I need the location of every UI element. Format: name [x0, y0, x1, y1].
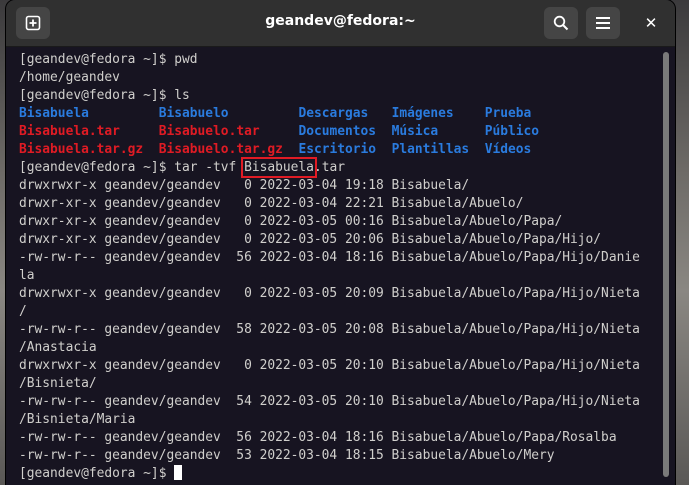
tar-entry-line: drwxr-xr-x geandev/geandev 0 2022-03-05 … [19, 232, 602, 247]
tar-listing: drwxrwxr-x geandev/geandev 0 2022-03-04 … [19, 177, 660, 465]
directory-name: Vídeos [484, 142, 532, 157]
menu-button[interactable] [586, 7, 620, 39]
tar-entry-line: -rw-rw-r-- geandev/geandev 53 2022-03-04… [19, 448, 555, 463]
ls-output: Bisabuela Bisabuelo Descargas Imágenes P… [19, 105, 660, 159]
directory-name: Documentos [298, 124, 377, 139]
close-button[interactable]: ✕ [637, 9, 665, 37]
scrollbar[interactable] [663, 52, 669, 477]
prompt: [geandev@fedora ~]$ [19, 160, 175, 175]
directory-name: Plantillas [391, 142, 470, 157]
command: tar -tvf [174, 160, 245, 175]
archive-file-name: Bisabuela.tar [19, 124, 120, 139]
prompt: [geandev@fedora ~]$ [19, 466, 175, 481]
highlighted-archive-name: Bisabuela [241, 157, 317, 178]
archive-file-name: Bisabuela.tar.gz [19, 142, 144, 157]
tar-entry-line: drwxrwxr-x geandev/geandev 0 2022-03-04 … [19, 178, 470, 193]
line-ls: [geandev@fedora ~]$ ls [19, 87, 660, 105]
tar-entry-line: drwxrwxr-x geandev/geandev 0 2022-03-05 … [19, 358, 640, 373]
archive-file-name: Bisabuelo.tar.gz [158, 142, 283, 157]
tar-entry-line: -rw-rw-r-- geandev/geandev 56 2022-03-04… [19, 430, 617, 445]
tar-entry-line: -rw-rw-r-- geandev/geandev 56 2022-03-04… [19, 250, 640, 265]
search-icon [553, 15, 569, 31]
directory-name: Bisabuela [19, 106, 89, 121]
ls-row: Bisabuela.tar Bisabuelo.tar Documentos M… [19, 123, 660, 141]
tar-entry-line: /Anastacia [19, 340, 97, 355]
ls-row: Bisabuela.tar.gz Bisabuelo.tar.gz Escrit… [19, 141, 660, 159]
command: ls [174, 88, 190, 103]
headerbar: geandev@fedora:~ ✕ [6, 0, 675, 47]
tar-entry-line: drwxr-xr-x geandev/geandev 0 2022-03-04 … [19, 196, 524, 211]
tar-entry-line: drwxr-xr-x geandev/geandev 0 2022-03-05 … [19, 214, 563, 229]
terminal-window: geandev@fedora:~ ✕ [geandev@fedora ~]$ p… [6, 0, 675, 485]
directory-name: Imágenes [391, 106, 454, 121]
prompt: [geandev@fedora ~]$ [19, 88, 175, 103]
output-pwd: /home/geandev [19, 70, 120, 85]
archive-file-name: Bisabuelo.tar [158, 124, 260, 139]
line-current-prompt: [geandev@fedora ~]$ [19, 465, 660, 483]
prompt: [geandev@fedora ~]$ [19, 52, 175, 67]
tar-entry-line: drwxrwxr-x geandev/geandev 0 2022-03-05 … [19, 286, 640, 301]
directory-name: Descargas [298, 106, 369, 121]
command: pwd [174, 52, 198, 67]
search-button[interactable] [544, 7, 578, 39]
tar-entry-line: -rw-rw-r-- geandev/geandev 58 2022-03-05… [19, 322, 640, 337]
tar-entry-line: /Bisnieta/Maria [19, 412, 136, 427]
directory-name: Música [391, 124, 439, 139]
terminal-output[interactable]: [geandev@fedora ~]$ pwd /home/geandev [g… [6, 47, 660, 485]
text-cursor [174, 465, 183, 480]
tar-entry-line: /Bisnieta/ [19, 376, 97, 391]
directory-name: Prueba [484, 106, 532, 121]
tar-entry-line: la [19, 268, 35, 283]
tar-entry-line: -rw-rw-r-- geandev/geandev 54 2022-03-05… [19, 394, 640, 409]
tar-entry-line: / [19, 304, 27, 319]
close-icon: ✕ [644, 14, 658, 32]
line-pwd: [geandev@fedora ~]$ pwd [19, 51, 660, 69]
command-suffix: .tar [313, 160, 345, 175]
directory-name: Público [484, 124, 540, 139]
ls-row: Bisabuela Bisabuelo Descargas Imágenes P… [19, 105, 660, 123]
directory-name: Bisabuelo [158, 106, 229, 121]
line-tar: [geandev@fedora ~]$ tar -tvf Bisabuela.t… [19, 157, 660, 178]
directory-name: Escritorio [298, 142, 377, 157]
hamburger-menu-icon [596, 17, 610, 29]
